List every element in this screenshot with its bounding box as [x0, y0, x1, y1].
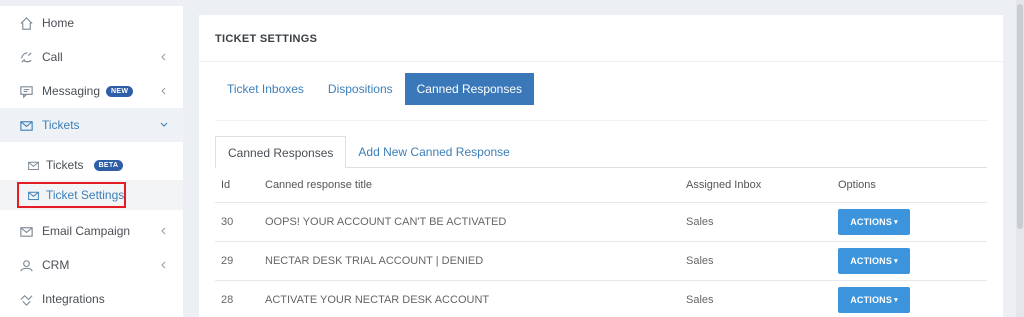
- actions-label: ACTIONS: [850, 294, 893, 305]
- ticket-settings-panel: TICKET SETTINGS Ticket Inboxes Dispositi…: [199, 15, 1003, 317]
- sidebar-item-label: Integrations: [42, 292, 105, 306]
- new-badge: NEW: [106, 85, 134, 97]
- tab-canned-responses[interactable]: Canned Responses: [404, 73, 535, 105]
- canned-responses-table: Id Canned response title Assigned Inbox …: [215, 168, 987, 317]
- home-icon: [18, 15, 34, 31]
- mail-icon: [18, 223, 34, 239]
- chevron-down-icon: [160, 122, 168, 127]
- sidebar-subitem-label: Ticket Settings: [46, 188, 125, 202]
- chevron-left-icon: [161, 87, 166, 95]
- sidebar-item-label: Messaging: [42, 84, 101, 98]
- tab-ticket-inboxes[interactable]: Ticket Inboxes: [215, 73, 316, 105]
- sidebar-item-crm[interactable]: CRM: [0, 248, 183, 282]
- canned-responses-subtabs: Canned Responses Add New Canned Response: [215, 136, 987, 169]
- subtab-canned-responses[interactable]: Canned Responses: [215, 136, 347, 169]
- mail-icon: [27, 188, 41, 202]
- chevron-left-icon: [161, 261, 166, 269]
- sidebar-item-home[interactable]: Home: [0, 6, 183, 40]
- actions-button[interactable]: ACTIONS ▾: [838, 286, 910, 313]
- sidebar-item-integrations[interactable]: Integrations: [0, 282, 183, 316]
- table-row: 28 ACTIVATE YOUR NECTAR DESK ACCOUNT Sal…: [215, 279, 987, 317]
- column-header-title: Canned response title: [265, 178, 373, 191]
- cell-options: ACTIONS ▾: [832, 279, 987, 317]
- settings-tabs: Ticket Inboxes Dispositions Canned Respo…: [215, 73, 535, 105]
- sidebar-item-label: Tickets: [42, 118, 80, 132]
- column-header-options: Options: [838, 178, 876, 191]
- user-icon: [18, 257, 34, 273]
- beta-badge: BETA: [93, 159, 124, 171]
- sidebar-item-label: CRM: [42, 258, 70, 272]
- cell-options: ACTIONS ▾: [832, 240, 987, 280]
- sidebar-item-messaging[interactable]: Messaging NEW: [0, 74, 183, 108]
- actions-label: ACTIONS: [850, 255, 893, 266]
- caret-down-icon: ▾: [894, 257, 898, 265]
- actions-label: ACTIONS: [850, 216, 893, 227]
- chevron-left-icon: [161, 53, 166, 61]
- actions-button[interactable]: ACTIONS ▾: [838, 208, 910, 235]
- sidebar-item-label: Home: [42, 16, 75, 30]
- tab-dispositions[interactable]: Dispositions: [316, 73, 405, 105]
- cell-id: 29: [215, 240, 259, 280]
- scrollbar-thumb[interactable]: [1017, 4, 1023, 229]
- cell-id: 30: [215, 201, 259, 241]
- cell-options: ACTIONS ▾: [832, 201, 987, 241]
- cell-id: 28: [215, 279, 259, 317]
- cell-title: OOPS! YOUR ACCOUNT CAN'T BE ACTIVATED: [259, 201, 680, 241]
- page-title: TICKET SETTINGS: [215, 33, 318, 45]
- cell-inbox: Sales: [680, 240, 832, 280]
- caret-down-icon: ▾: [894, 218, 898, 226]
- sidebar-item-call[interactable]: Call: [0, 40, 183, 74]
- cell-inbox: Sales: [680, 201, 832, 241]
- column-header-id: Id: [221, 178, 231, 191]
- mail-icon: [27, 158, 41, 172]
- handshake-icon: [18, 291, 34, 307]
- cell-title: ACTIVATE YOUR NECTAR DESK ACCOUNT: [259, 279, 680, 317]
- sidebar-subitem-label: Tickets: [46, 158, 84, 172]
- phone-icon: [18, 49, 34, 65]
- caret-down-icon: ▾: [894, 296, 898, 304]
- page-scrollbar[interactable]: [1016, 0, 1024, 317]
- sidebar-subitem-tickets[interactable]: Tickets BETA: [0, 150, 183, 180]
- sidebar: Home Call Messaging NEW Tickets Tickets …: [0, 6, 183, 317]
- sidebar-item-label: Call: [42, 50, 63, 64]
- table-row: 30 OOPS! YOUR ACCOUNT CAN'T BE ACTIVATED…: [215, 201, 987, 241]
- sidebar-subitem-ticket-settings[interactable]: Ticket Settings: [0, 180, 183, 210]
- sidebar-item-email-campaign[interactable]: Email Campaign: [0, 214, 183, 248]
- sidebar-item-label: Email Campaign: [42, 224, 131, 238]
- sidebar-item-tickets[interactable]: Tickets: [0, 108, 183, 142]
- mail-icon: [18, 117, 34, 133]
- actions-button[interactable]: ACTIONS ▾: [838, 247, 910, 274]
- chat-icon: [18, 83, 34, 99]
- subtab-add-new-canned-response[interactable]: Add New Canned Response: [346, 136, 521, 168]
- chevron-left-icon: [161, 227, 166, 235]
- table-row: 29 NECTAR DESK TRIAL ACCOUNT | DENIED Sa…: [215, 240, 987, 280]
- tickets-submenu: Tickets BETA Ticket Settings: [0, 142, 183, 210]
- cell-inbox: Sales: [680, 279, 832, 317]
- column-header-inbox: Assigned Inbox: [686, 178, 762, 191]
- divider: [215, 120, 987, 121]
- divider: [199, 61, 1003, 62]
- table-header-row: Id Canned response title Assigned Inbox …: [215, 168, 987, 202]
- cell-title: NECTAR DESK TRIAL ACCOUNT | DENIED: [259, 240, 680, 280]
